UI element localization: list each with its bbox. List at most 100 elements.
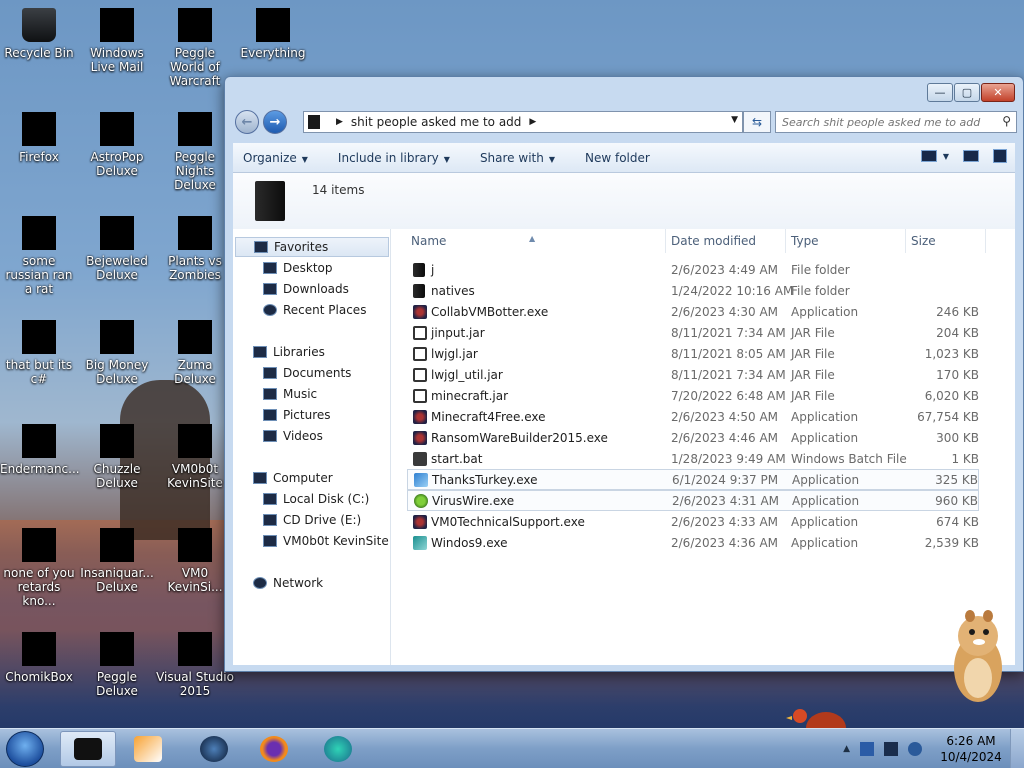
volume-icon[interactable] [908,742,922,756]
search-box[interactable]: ⚲ [775,111,1017,133]
show-desktop-button[interactable] [1010,729,1024,768]
firefox-icon [22,112,56,146]
taskbar-media-player[interactable] [120,731,176,767]
file-name: Minecraft4Free.exe [431,409,546,424]
recycle-bin-icon [22,8,56,42]
breadcrumb-segment[interactable]: shit people asked me to add [351,115,521,129]
desktop-icon-windows-live-mail[interactable]: Windows Live Mail [78,8,156,74]
nav-desktop[interactable]: Desktop [263,258,333,278]
address-bar[interactable]: ▶ shit people asked me to add ▶ ▼ [303,111,743,133]
desktop-icon-peggle-nights-deluxe[interactable]: Peggle Nights Deluxe [156,112,234,192]
file-date: 6/1/2024 9:37 PM [672,472,779,487]
desktop-icon-zuma-deluxe[interactable]: Zuma Deluxe [156,320,234,386]
back-button[interactable]: ← [235,110,259,134]
desktop-icon-none-of-you-retards-kno[interactable]: none of you retards kno... [0,528,78,608]
desktop-icon-plants-vs-zombies[interactable]: Plants vs Zombies [156,216,234,282]
column-header-type[interactable]: Type [791,234,819,248]
desktop-icon-chuzzle-deluxe[interactable]: Chuzzle Deluxe [78,424,156,490]
desktop-icon-chomikbox[interactable]: ChomikBox [0,632,78,684]
nav-recent-places[interactable]: Recent Places [263,300,366,320]
preview-pane-icon[interactable] [963,150,979,162]
file-row[interactable]: VM0TechnicalSupport.exe 2/6/2023 4:33 AM A… [407,511,979,532]
chevron-down-icon[interactable]: ▼ [943,152,949,161]
nav-pictures[interactable]: Pictures [263,405,331,425]
change-view-icon[interactable] [920,150,937,162]
chevron-up-icon[interactable]: ▲ [843,744,850,754]
desktop-icon-visual-studio-2015[interactable]: Visual Studio 2015 [156,632,234,698]
desktop-icon-endermanc[interactable]: Endermanc... [0,424,80,476]
nav-vm0b0t-kevinsite[interactable]: VM0b0t KevinSite [263,531,389,551]
organize-menu[interactable]: Organize ▼ [243,151,308,165]
nav-favorites[interactable]: Favorites [235,237,389,257]
desktop-icon-some-russian-ran-a-rat[interactable]: some russian ran a rat [0,216,78,296]
nav-libraries[interactable]: Libraries [253,342,325,362]
nav-documents[interactable]: Documents [263,363,351,383]
desktop-icon-peggle-world-of-warcraft[interactable]: Peggle World of Warcraft [156,8,234,88]
breadcrumb-chevron-icon[interactable]: ▶ [529,117,536,127]
include-in-library-menu[interactable]: Include in library ▼ [338,151,450,165]
network-tray-icon[interactable] [884,742,898,756]
file-row[interactable]: natives 1/24/2022 10:16 AM File folder [407,280,979,301]
file-row[interactable]: jinput.jar 8/11/2021 7:34 AM JAR File 204 K… [407,322,979,343]
desktop-icon-vm0b0t-kevinsite[interactable]: VM0b0t KevinSite [156,424,234,490]
desktop-icon-big-money-deluxe[interactable]: Big Money Deluxe [78,320,156,386]
help-icon[interactable] [993,149,1007,163]
file-row[interactable]: CollabVMBotter.exe 2/6/2023 4:30 AM Applic… [407,301,979,322]
file-row[interactable]: lwjgl_util.jar 8/11/2021 7:34 AM JAR File 1… [407,364,979,385]
file-row[interactable]: Minecraft4Free.exe 2/6/2023 4:50 AM Applic… [407,406,979,427]
file-row[interactable]: Windos9.exe 2/6/2023 4:36 AM Application 2,… [407,532,979,553]
desktop-icon-bejeweled-deluxe[interactable]: Bejeweled Deluxe [78,216,156,282]
start-button[interactable] [6,731,44,767]
chevron-down-icon[interactable]: ▼ [731,115,738,125]
file-type: File folder [791,262,850,277]
minimize-button[interactable]: — [927,83,953,102]
file-row[interactable]: j 2/6/2023 4:49 AM File folder [407,259,979,280]
desktop-icon-astropop-deluxe[interactable]: AstroPop Deluxe [78,112,156,178]
desktop-icon-peggle-deluxe[interactable]: Peggle Deluxe [78,632,156,698]
maximize-button[interactable]: ▢ [954,83,980,102]
clock[interactable]: 6:26 AM 10/4/2024 [932,733,1010,765]
taskbar-firefox[interactable] [246,731,302,767]
desktop-icon-firefox[interactable]: Firefox [0,112,78,164]
file-row[interactable]: start.bat 1/28/2023 9:49 AM Windows Batch … [407,448,979,469]
column-header-size[interactable]: Size [911,234,936,248]
nav-music[interactable]: Music [263,384,317,404]
desktop-icon-that-but-its-c[interactable]: that but its c# [0,320,78,386]
column-header-date[interactable]: Date modified [671,234,756,248]
file-row[interactable]: lwjgl.jar 8/11/2021 8:05 AM JAR File 1,023 … [407,343,979,364]
breadcrumb-chevron-icon[interactable]: ▶ [336,117,343,127]
search-input[interactable] [782,115,990,129]
desktop-icon-insaniquar-deluxe[interactable]: Insaniquar... Deluxe [78,528,156,594]
file-type: Application [792,493,860,508]
desktop-icon-vm0-kevinsi[interactable]: VM0 KevinSi... [156,528,234,594]
close-button[interactable]: ✕ [981,83,1015,102]
desktop-icon-everything[interactable]: Everything [234,8,312,60]
desktop-icon-recycle-bin[interactable]: Recycle Bin [0,8,78,60]
nav-network[interactable]: Network [253,573,323,593]
forward-button[interactable]: → [263,110,287,134]
item-count: 14 items [312,183,365,197]
taskbar-explorer[interactable] [60,731,116,767]
nav-cd-drive[interactable]: CD Drive (E:) [263,510,361,530]
file-row[interactable]: VirusWire.exe 2/6/2023 4:31 AM Application… [407,490,979,511]
nav-local-disk[interactable]: Local Disk (C:) [263,489,369,509]
file-row[interactable]: ThanksTurkey.exe 6/1/2024 9:37 PM Applicat… [407,469,979,490]
title-bar[interactable]: — ▢ ✕ [225,77,1023,107]
nav-computer[interactable]: Computer [253,468,333,488]
nav-downloads[interactable]: Downloads [263,279,349,299]
taskbar-app[interactable] [310,731,366,767]
desktop-icon-label: Plants vs Zombies [168,254,222,282]
search-icon[interactable]: ⚲ [1002,114,1011,128]
action-center-icon[interactable] [860,742,874,756]
shortcut-icon [178,528,212,562]
column-header-name[interactable]: Name [411,234,446,248]
chevron-down-icon: ▼ [301,154,308,164]
nav-videos[interactable]: Videos [263,426,323,446]
new-folder-button[interactable]: New folder [585,151,650,165]
refresh-button[interactable]: ⇆ [743,111,771,133]
taskbar-game[interactable] [186,731,242,767]
file-row[interactable]: minecraft.jar 7/20/2022 6:48 AM JAR File 6,… [407,385,979,406]
file-row[interactable]: RansomWareBuilder2015.exe 2/6/2023 4:46 A… [407,427,979,448]
share-with-menu[interactable]: Share with ▼ [480,151,555,165]
file-type: JAR File [791,346,835,361]
